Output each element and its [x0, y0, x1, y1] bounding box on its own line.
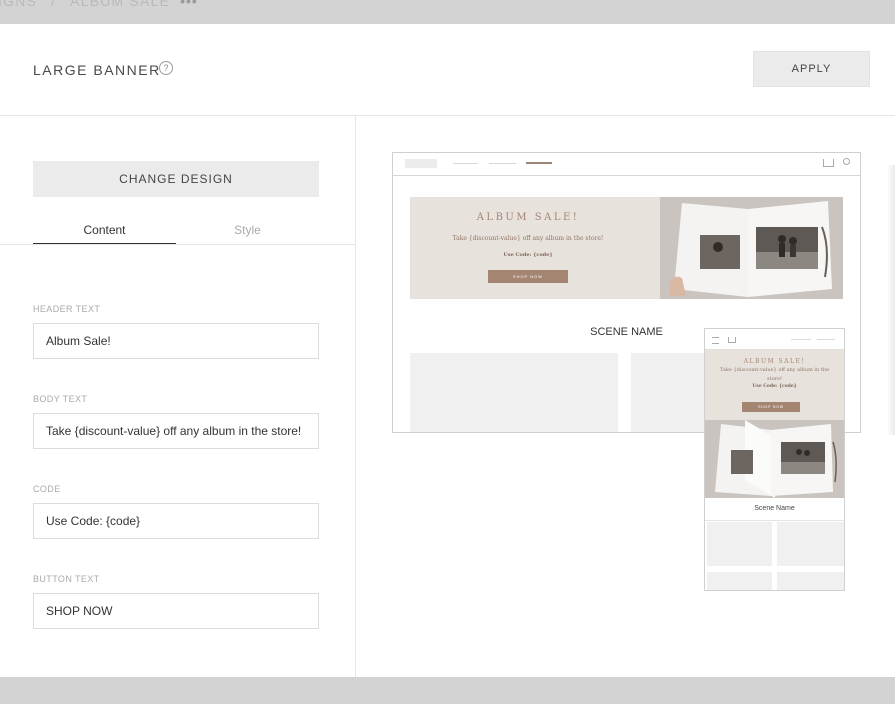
header-text-input[interactable]: Album Sale! — [33, 323, 319, 359]
banner-header: ALBUM SALE! — [476, 212, 580, 223]
album-photo — [660, 197, 843, 299]
mobile-navbar — [705, 329, 844, 350]
preview-nav-link-active — [526, 162, 552, 164]
change-design-button[interactable]: CHANGE DESIGN — [33, 161, 319, 197]
mobile-banner-header: ALBUM SALE! — [743, 358, 806, 365]
button-text-input[interactable]: SHOP NOW — [33, 593, 319, 629]
button-text-label: BUTTON TEXT — [33, 574, 100, 584]
breadcrumb-bar: PAIGNS / ALBUM SALE ••• — [0, 0, 895, 24]
body-text-input[interactable]: Take {discount-value} off any album in t… — [33, 413, 319, 449]
code-input[interactable]: Use Code: {code} — [33, 503, 319, 539]
banner-body: Take {discount-value} off any album in t… — [452, 235, 604, 242]
tab-style[interactable]: Style — [176, 220, 319, 243]
scene-tile — [410, 353, 618, 432]
breadcrumb-separator: / — [51, 0, 57, 9]
cart-icon — [823, 159, 834, 167]
preview-banner: ALBUM SALE! Take {discount-value} off an… — [410, 197, 843, 299]
mobile-preview: ALBUM SALE! Take {discount-value} off an… — [704, 328, 845, 591]
cart-icon — [728, 337, 736, 343]
mobile-nav-link — [817, 339, 835, 340]
mobile-shop-button: SHOP NOW — [742, 402, 800, 412]
banner-shop-button: SHOP NOW — [488, 270, 568, 283]
mobile-album-photo — [705, 420, 844, 498]
more-options-icon[interactable]: ••• — [180, 0, 198, 9]
mobile-banner-code: Use Code: {code} — [752, 384, 797, 389]
code-label: CODE — [33, 484, 61, 494]
preview-navbar — [393, 153, 860, 176]
banner-code: Use Code: {code} — [503, 252, 553, 258]
apply-button[interactable]: APPLY — [753, 51, 870, 87]
modal-header: LARGE BANNER ? APPLY — [0, 24, 895, 116]
modal-title: LARGE BANNER — [33, 62, 161, 78]
breadcrumb-parent[interactable]: PAIGNS — [0, 0, 37, 9]
editor-tabs: Content Style — [0, 220, 355, 245]
mobile-scene-tile — [707, 572, 772, 590]
menu-icon — [712, 337, 719, 344]
mobile-scene-tile — [777, 572, 844, 590]
mobile-scene-tile — [777, 522, 844, 566]
mobile-banner: ALBUM SALE! Take {discount-value} off an… — [705, 350, 844, 420]
mobile-divider — [705, 520, 844, 521]
mobile-scene-tile — [707, 522, 772, 566]
user-icon — [843, 158, 850, 165]
tab-content[interactable]: Content — [33, 220, 176, 244]
preview-logo — [405, 159, 437, 168]
header-text-label: HEADER TEXT — [33, 304, 101, 314]
editor-panel: CHANGE DESIGN Content Style HEADER TEXT … — [0, 116, 356, 677]
drawer-edge-shadow — [887, 165, 895, 435]
breadcrumb-current: ALBUM SALE — [70, 0, 171, 9]
mobile-banner-body: Take {discount-value} off any album in t… — [719, 367, 830, 382]
preview-nav-link — [489, 163, 516, 164]
mobile-nav-link — [791, 339, 811, 340]
body-text-label: BODY TEXT — [33, 394, 88, 404]
help-icon[interactable]: ? — [159, 61, 173, 75]
breadcrumb: PAIGNS / ALBUM SALE ••• — [0, 0, 198, 9]
mobile-scene-name: Scene Name — [754, 505, 795, 512]
preview-nav-link — [453, 163, 478, 164]
